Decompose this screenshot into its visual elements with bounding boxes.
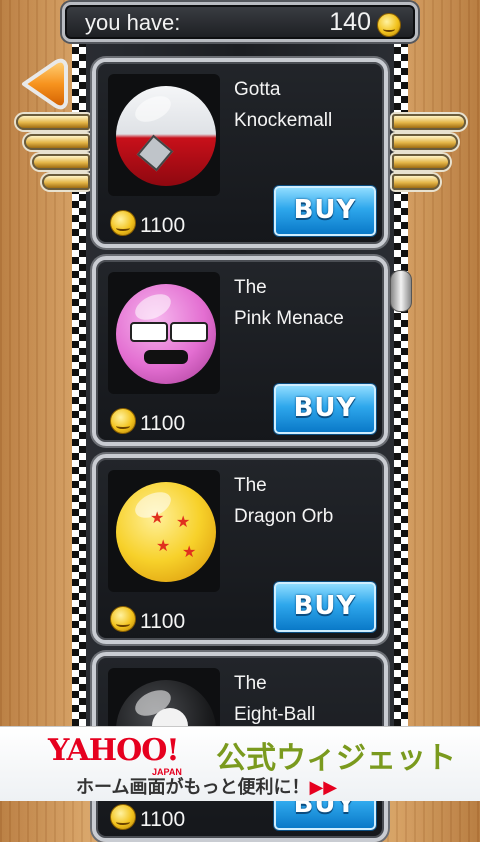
ad-banner[interactable]: YAHOO! JAPAN 公式ウィジェット ホーム画面がもっと便利に！▶▶ <box>0 726 480 801</box>
back-button[interactable] <box>20 58 74 110</box>
ball-image <box>116 284 216 384</box>
buy-button[interactable]: BUY <box>274 582 376 632</box>
back-arrow-icon <box>22 58 68 110</box>
item-price: 1100 <box>110 408 185 436</box>
item-price: 1100 <box>110 804 185 832</box>
item-name: Gotta Knockemall <box>234 79 333 131</box>
shop-item-card: Gotta Knockemall 1100 BUY <box>92 58 388 248</box>
coin-balance-label: you have: <box>85 10 181 35</box>
ball-thumbnail: ★ ★ ★ ★ <box>108 470 220 592</box>
item-name: The Pink Menace <box>234 277 344 329</box>
item-name: The Dragon Orb <box>234 475 334 527</box>
shop-item-card: ★ ★ ★ ★ The Dragon Orb 1100 BUY <box>92 454 388 644</box>
coin-icon <box>110 804 136 830</box>
ad-arrows-icon: ▶▶ <box>309 777 338 798</box>
ball-thumbnail <box>108 74 220 196</box>
item-price: 1100 <box>110 606 185 634</box>
coin-balance-bar: you have: 140 <box>62 2 418 42</box>
wing-decoration-right <box>384 112 466 192</box>
coin-icon <box>110 606 136 632</box>
coin-icon <box>110 210 136 236</box>
buy-button[interactable]: BUY <box>274 384 376 434</box>
coin-icon <box>377 13 401 37</box>
scrollbar-handle[interactable] <box>390 270 412 312</box>
wing-decoration-left <box>16 112 98 192</box>
coin-icon <box>110 408 136 434</box>
ball-image <box>116 86 216 186</box>
buy-button[interactable]: BUY <box>274 186 376 236</box>
ball-image: ★ ★ ★ ★ <box>116 482 216 582</box>
item-name: The Eight-Ball <box>234 673 316 725</box>
ad-subline: ホーム画面がもっと便利に！▶▶ <box>76 777 338 798</box>
ball-thumbnail <box>108 272 220 394</box>
item-price: 1100 <box>110 210 185 238</box>
ad-brand-logo: YAHOO! <box>48 733 180 768</box>
coin-balance-count: 140 <box>329 8 371 36</box>
ad-headline: 公式ウィジェット <box>216 741 456 776</box>
shop-item-card: The Pink Menace 1100 BUY <box>92 256 388 446</box>
